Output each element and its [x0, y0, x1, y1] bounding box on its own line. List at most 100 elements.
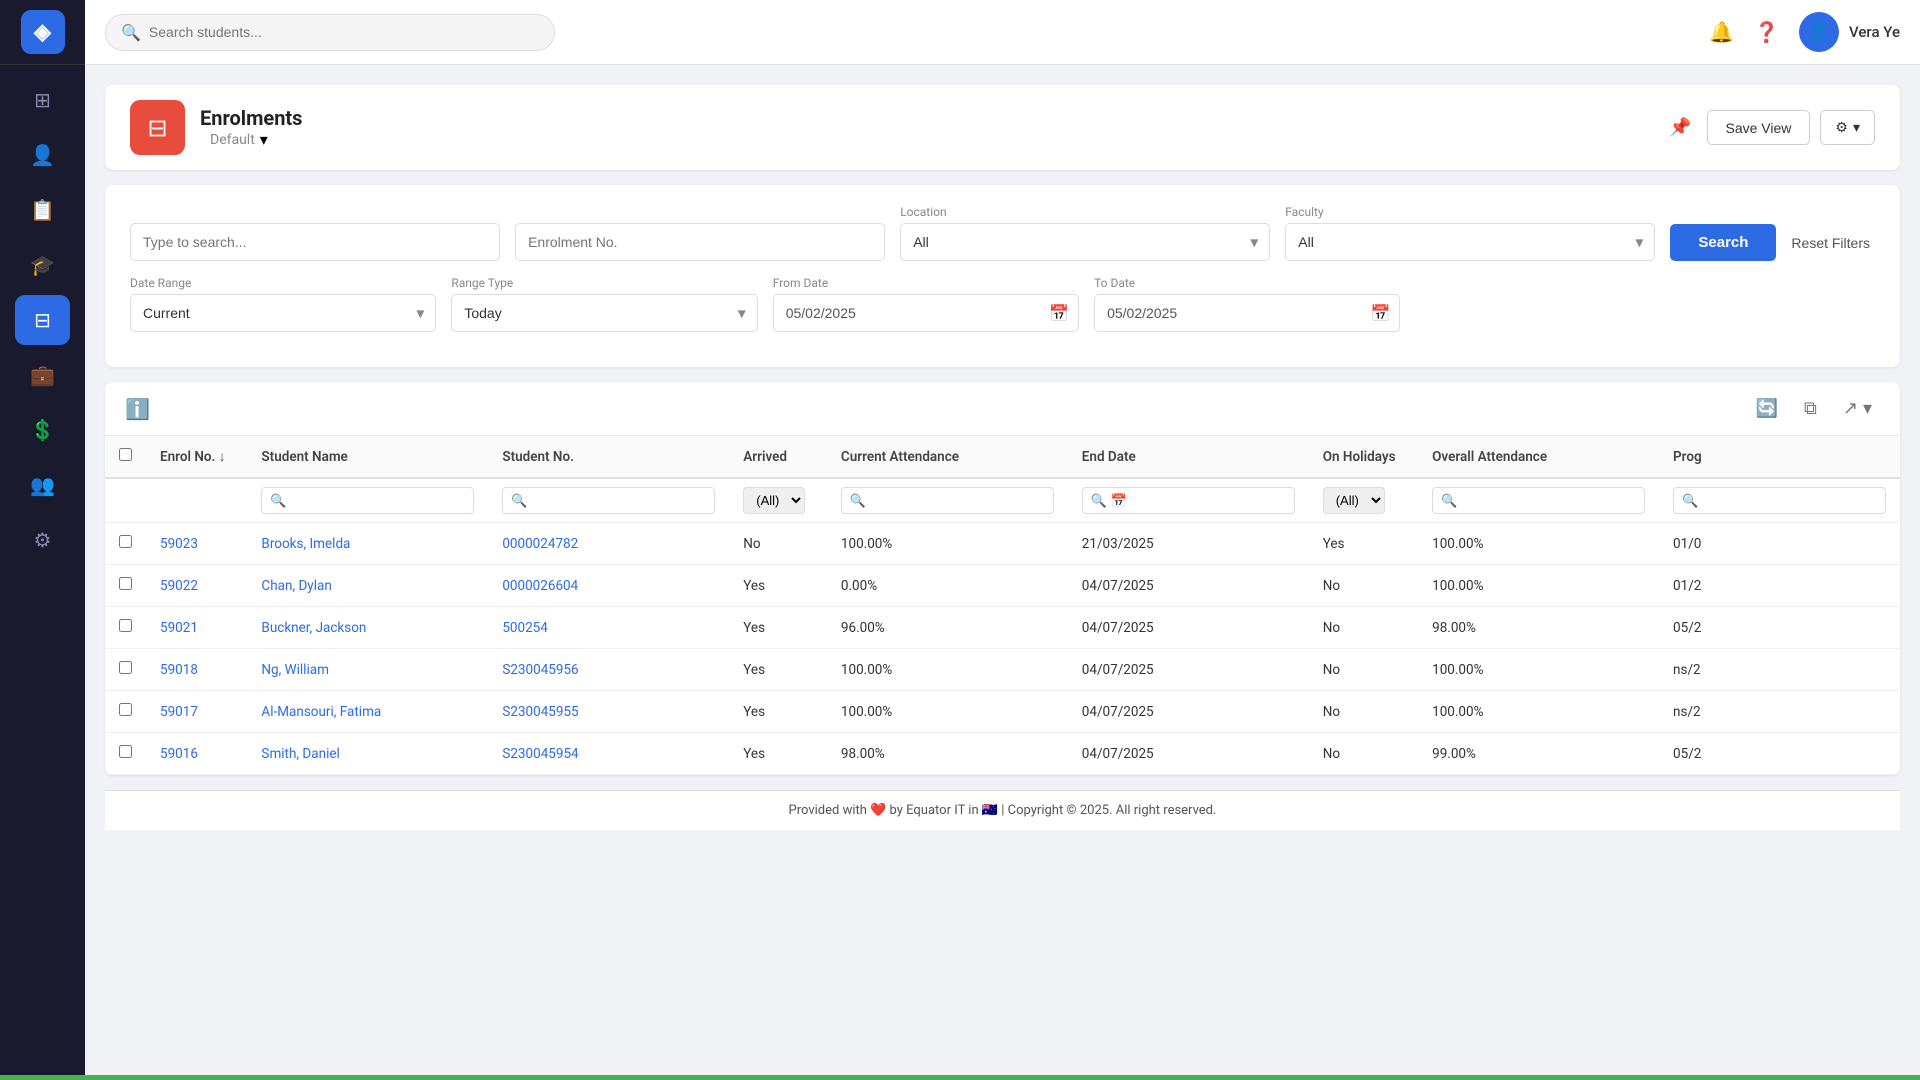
- to-date-label: To Date: [1094, 276, 1400, 290]
- row-student-no[interactable]: S230045955: [488, 691, 729, 733]
- table-body: 59023 Brooks, Imelda 0000024782 No 100.0…: [105, 523, 1900, 775]
- select-all-header: [105, 436, 146, 478]
- row-student-name[interactable]: Al-Mansouri, Fatima: [247, 691, 488, 733]
- user-name: Vera Ye: [1849, 23, 1900, 41]
- row-student-name[interactable]: Smith, Daniel: [247, 733, 488, 775]
- table-scroll-container[interactable]: Enrol No. ↓ Student Name Student No. Arr…: [105, 436, 1900, 775]
- help-icon[interactable]: ❓: [1754, 20, 1779, 44]
- from-date-group: From Date 📅: [773, 276, 1079, 332]
- row-enrol-no[interactable]: 59016: [146, 733, 247, 775]
- row-checkbox[interactable]: [119, 577, 132, 590]
- on-holidays-filter-select[interactable]: (All) Yes No: [1323, 487, 1385, 514]
- end-date-search[interactable]: [1082, 487, 1295, 514]
- row-student-name[interactable]: Buckner, Jackson: [247, 607, 488, 649]
- row-on-holidays: No: [1309, 649, 1418, 691]
- row-student-name[interactable]: Ng, William: [247, 649, 488, 691]
- sidebar-item-enrolments[interactable]: ⊟: [15, 295, 70, 345]
- row-checkbox[interactable]: [119, 703, 132, 716]
- row-student-no[interactable]: S230045956: [488, 649, 729, 691]
- row-student-no[interactable]: 0000026604: [488, 565, 729, 607]
- row-checkbox[interactable]: [119, 661, 132, 674]
- row-checkbox[interactable]: [119, 619, 132, 632]
- text-search-input[interactable]: [130, 223, 500, 261]
- table-row: 59017 Al-Mansouri, Fatima S230045955 Yes…: [105, 691, 1900, 733]
- sidebar-item-reports[interactable]: 📋: [15, 185, 70, 235]
- col-header-prog[interactable]: Prog: [1659, 436, 1900, 478]
- view-dropdown[interactable]: Default ▾: [210, 130, 1654, 149]
- sidebar-item-students[interactable]: 👤: [15, 130, 70, 180]
- info-icon[interactable]: ℹ️: [125, 397, 150, 421]
- student-no-search[interactable]: [502, 487, 715, 514]
- row-current-attendance: 98.00%: [827, 733, 1068, 775]
- student-name-search[interactable]: [261, 487, 474, 514]
- col-header-on-holidays[interactable]: On Holidays: [1309, 436, 1418, 478]
- row-checkbox[interactable]: [119, 745, 132, 758]
- col-header-student-name[interactable]: Student Name: [247, 436, 488, 478]
- sidebar-item-people[interactable]: 👥: [15, 460, 70, 510]
- global-search-bar[interactable]: 🔍: [105, 14, 555, 51]
- col-header-end-date[interactable]: End Date: [1068, 436, 1309, 478]
- prog-search[interactable]: [1673, 487, 1886, 514]
- range-type-label: Range Type: [451, 276, 757, 290]
- arrived-filter-select[interactable]: (All) Yes No: [743, 487, 805, 514]
- table-card: ℹ️ 🔄 ⧉ ↗ ▾ Enrol No. ↓ Studen: [105, 382, 1900, 775]
- enrolment-no-input[interactable]: [515, 223, 885, 261]
- col-header-arrived[interactable]: Arrived: [729, 436, 827, 478]
- row-current-attendance: 100.00%: [827, 649, 1068, 691]
- global-search-input[interactable]: [149, 24, 539, 40]
- pin-icon[interactable]: 📌: [1669, 117, 1691, 138]
- search-button[interactable]: Search: [1670, 224, 1776, 261]
- app-logo-icon[interactable]: ◈: [21, 10, 65, 54]
- row-student-name[interactable]: Chan, Dylan: [247, 565, 488, 607]
- from-date-input[interactable]: [773, 294, 1079, 332]
- select-all-checkbox[interactable]: [119, 448, 132, 461]
- sidebar-item-billing[interactable]: 💲: [15, 405, 70, 455]
- row-student-no[interactable]: 500254: [488, 607, 729, 649]
- reset-filters-button[interactable]: Reset Filters: [1786, 225, 1875, 261]
- sidebar-item-dashboard[interactable]: ⊞: [15, 75, 70, 125]
- gear-icon: ⚙: [1835, 119, 1848, 136]
- faculty-select[interactable]: All Science Arts Business: [1285, 223, 1655, 261]
- row-enrol-no[interactable]: 59018: [146, 649, 247, 691]
- row-student-no[interactable]: S230045954: [488, 733, 729, 775]
- row-end-date: 04/07/2025: [1068, 733, 1309, 775]
- notifications-icon[interactable]: 🔔: [1709, 20, 1734, 44]
- row-student-name[interactable]: Brooks, Imelda: [247, 523, 488, 565]
- sidebar-item-graduation[interactable]: 🎓: [15, 240, 70, 290]
- filter-end-date: [1068, 478, 1309, 523]
- range-type-group: Range Type Today This Week This Month Cu…: [451, 276, 757, 332]
- col-header-overall-attendance[interactable]: Overall Attendance: [1418, 436, 1659, 478]
- overall-attendance-search[interactable]: [1432, 487, 1645, 514]
- to-date-group: To Date 📅: [1094, 276, 1400, 332]
- row-enrol-no[interactable]: 59021: [146, 607, 247, 649]
- copy-button[interactable]: ⧉: [1796, 394, 1825, 423]
- export-button[interactable]: ↗ ▾: [1835, 394, 1880, 423]
- col-header-current-attendance[interactable]: Current Attendance: [827, 436, 1068, 478]
- col-header-student-no[interactable]: Student No.: [488, 436, 729, 478]
- settings-button[interactable]: ⚙ ▾: [1820, 110, 1875, 145]
- row-end-date: 04/07/2025: [1068, 565, 1309, 607]
- row-arrived: Yes: [729, 565, 827, 607]
- user-section[interactable]: 👤 Vera Ye: [1799, 12, 1900, 52]
- row-arrived: Yes: [729, 649, 827, 691]
- row-checkbox[interactable]: [119, 535, 132, 548]
- save-view-button[interactable]: Save View: [1707, 110, 1811, 145]
- row-on-holidays: No: [1309, 607, 1418, 649]
- filter-student-name: [247, 478, 488, 523]
- col-header-enrol-no[interactable]: Enrol No. ↓: [146, 436, 247, 478]
- row-enrol-no[interactable]: 59017: [146, 691, 247, 733]
- range-type-select[interactable]: Today This Week This Month Custom: [451, 294, 757, 332]
- sidebar-item-briefcase[interactable]: 💼: [15, 350, 70, 400]
- refresh-button[interactable]: 🔄: [1748, 394, 1786, 423]
- to-date-input[interactable]: [1094, 294, 1400, 332]
- filter-enrol-no: [146, 478, 247, 523]
- current-attendance-search[interactable]: [841, 487, 1054, 514]
- page-header-card: ⊟ Enrolments Default ▾ 📌 Save View ⚙ ▾: [105, 85, 1900, 170]
- row-student-no[interactable]: 0000024782: [488, 523, 729, 565]
- sidebar-item-settings[interactable]: ⚙: [15, 515, 70, 565]
- row-enrol-no[interactable]: 59023: [146, 523, 247, 565]
- row-enrol-no[interactable]: 59022: [146, 565, 247, 607]
- sidebar-logo: ◈: [0, 0, 85, 65]
- location-select[interactable]: All Campus A Campus B: [900, 223, 1270, 261]
- date-range-select[interactable]: Current Past Future All: [130, 294, 436, 332]
